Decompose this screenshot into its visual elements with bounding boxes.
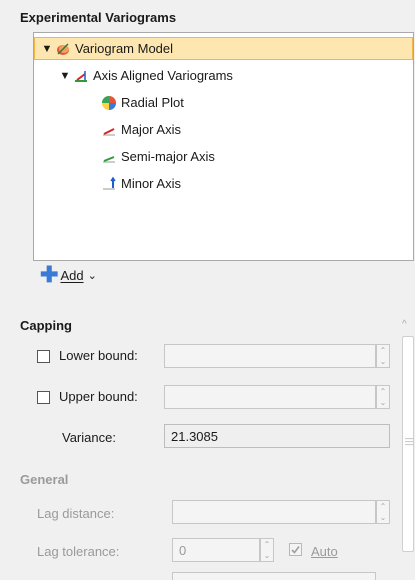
variance-field: 21.3085 bbox=[164, 424, 390, 448]
semi-major-axis-icon bbox=[100, 148, 118, 166]
add-button[interactable]: ✚ Add ⌄ bbox=[40, 262, 97, 287]
plus-icon: ✚ bbox=[40, 262, 59, 287]
scroll-up-icon[interactable]: ^ bbox=[402, 319, 407, 330]
lower-bound-input[interactable] bbox=[164, 344, 376, 368]
chevron-down-icon: ⌄ bbox=[87, 269, 97, 282]
lower-bound-label: Lower bound: bbox=[59, 348, 138, 363]
experimental-variograms-title: Experimental Variograms bbox=[20, 10, 177, 25]
auto-label: Auto bbox=[311, 544, 338, 559]
spin-down-icon[interactable]: ⌄ bbox=[380, 398, 387, 407]
upper-bound-input[interactable] bbox=[164, 385, 376, 409]
spin-down-icon[interactable]: ⌄ bbox=[380, 357, 387, 366]
variogram-model-icon bbox=[54, 40, 72, 58]
major-axis-icon bbox=[100, 121, 118, 139]
axis-aligned-icon bbox=[72, 67, 90, 85]
tree-item-axis-aligned-variograms[interactable]: ▼ Axis Aligned Variograms bbox=[58, 64, 233, 87]
minor-axis-icon bbox=[100, 175, 118, 193]
checkmark-icon bbox=[291, 546, 300, 554]
tree-item-label: Semi-major Axis bbox=[121, 149, 215, 164]
tree-item-label: Axis Aligned Variograms bbox=[93, 68, 233, 83]
lag-distance-spinner[interactable]: ⌃ ⌄ bbox=[376, 500, 390, 524]
spin-down-icon[interactable]: ⌄ bbox=[264, 551, 271, 560]
tree-item-minor-axis[interactable]: Minor Axis bbox=[100, 172, 181, 195]
variogram-tree[interactable]: ▼ Variogram Model ▼ Axis Aligned Variogr… bbox=[33, 32, 414, 261]
tree-item-label: Variogram Model bbox=[75, 41, 174, 56]
capping-title: Capping bbox=[20, 318, 72, 333]
lag-distance-input[interactable] bbox=[172, 500, 376, 524]
lag-distance-label: Lag distance: bbox=[37, 506, 115, 521]
scroll-grip-icon: — — — bbox=[405, 434, 413, 449]
variance-label: Variance: bbox=[62, 430, 116, 445]
general-title: General bbox=[20, 472, 69, 487]
spin-up-icon[interactable]: ⌃ bbox=[380, 387, 387, 396]
add-label: Add bbox=[60, 267, 84, 283]
lag-tolerance-input[interactable]: 0 bbox=[172, 538, 260, 562]
tree-item-variogram-model[interactable]: ▼ Variogram Model bbox=[34, 37, 413, 60]
expand-triangle-icon[interactable]: ▼ bbox=[40, 43, 54, 55]
lag-tolerance-label: Lag tolerance: bbox=[37, 544, 120, 559]
tree-item-semi-major-axis[interactable]: Semi-major Axis bbox=[100, 145, 215, 168]
radial-plot-icon bbox=[100, 94, 118, 112]
tree-item-major-axis[interactable]: Major Axis bbox=[100, 118, 181, 141]
spin-down-icon[interactable]: ⌄ bbox=[380, 513, 387, 522]
lower-bound-spinner[interactable]: ⌃ ⌄ bbox=[376, 344, 390, 368]
tree-item-radial-plot[interactable]: Radial Plot bbox=[100, 91, 184, 114]
spin-up-icon[interactable]: ⌃ bbox=[264, 540, 271, 549]
upper-bound-label: Upper bound: bbox=[59, 389, 138, 404]
auto-checkbox[interactable] bbox=[289, 543, 302, 556]
tree-item-label: Major Axis bbox=[121, 122, 181, 137]
upper-bound-spinner[interactable]: ⌃ ⌄ bbox=[376, 385, 390, 409]
tree-item-label: Radial Plot bbox=[121, 95, 184, 110]
lower-bound-checkbox[interactable] bbox=[37, 350, 50, 363]
lag-tolerance-spinner[interactable]: ⌃ ⌄ bbox=[260, 538, 274, 562]
spin-up-icon[interactable]: ⌃ bbox=[380, 502, 387, 511]
expand-triangle-icon[interactable]: ▼ bbox=[58, 70, 72, 82]
spin-up-icon[interactable]: ⌃ bbox=[380, 346, 387, 355]
tree-item-label: Minor Axis bbox=[121, 176, 181, 191]
upper-bound-checkbox[interactable] bbox=[37, 391, 50, 404]
